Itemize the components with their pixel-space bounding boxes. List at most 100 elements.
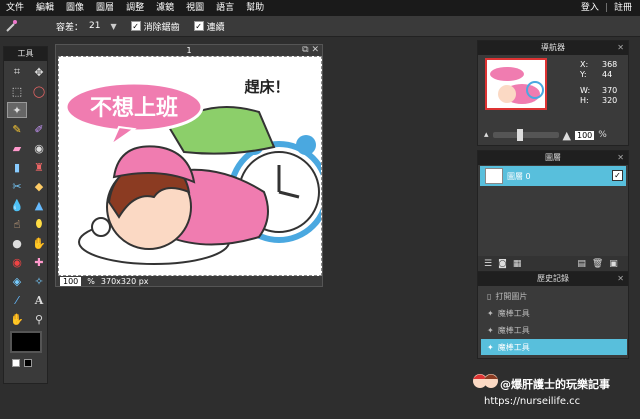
dodge-icon[interactable]: ●: [7, 235, 27, 251]
zoom-icon[interactable]: ⚲: [29, 311, 49, 327]
new-layer-icon[interactable]: ▤: [577, 259, 586, 269]
text-icon[interactable]: A: [29, 292, 49, 308]
layer-visibility-checkbox[interactable]: ✓: [612, 170, 623, 181]
color-replace-icon[interactable]: ✂: [7, 178, 27, 194]
zoom-slider-knob[interactable]: [516, 129, 523, 141]
watermark-title: @爆肝護士的玩樂記事: [500, 378, 610, 391]
nav-zoom-input[interactable]: 100: [575, 130, 595, 140]
watermark-url: https://nurseilife.cc: [484, 396, 581, 407]
history-item[interactable]: ▯ 打開圖片: [481, 288, 627, 304]
eyedropper-icon[interactable]: ⁄: [7, 292, 27, 308]
register-link[interactable]: 註冊: [614, 0, 632, 16]
antialias-checkbox[interactable]: ✓ 消除鋸齒: [130, 20, 180, 33]
checkbox-checked-icon[interactable]: ✓: [193, 21, 204, 31]
sharpen-icon[interactable]: ▲: [29, 197, 49, 213]
login-link[interactable]: 登入: [581, 0, 599, 16]
menu-edit[interactable]: 編輯: [30, 0, 60, 16]
spot-heal-icon[interactable]: ✚: [29, 254, 49, 270]
menu-layer[interactable]: 圖層: [90, 0, 120, 16]
lasso-icon[interactable]: ◯: [29, 83, 49, 99]
menu-language[interactable]: 語言: [210, 0, 240, 16]
swatch-controls: [12, 359, 32, 367]
menu-help[interactable]: 幫助: [240, 0, 270, 16]
history-item-active[interactable]: ✦ 魔棒工具: [481, 339, 627, 355]
menu-view[interactable]: 視圖: [180, 0, 210, 16]
chevron-down-icon[interactable]: ▼: [110, 22, 116, 31]
eraser-icon[interactable]: ▰: [7, 140, 27, 156]
stamp-icon[interactable]: ♜: [29, 159, 49, 175]
menu-bar: 文件 編輯 圖像 圖層 調整 濾鏡 視圖 語言 幫助 登入 | 註冊: [0, 0, 640, 16]
foreground-color-swatch[interactable]: [10, 331, 42, 353]
divider: |: [604, 3, 608, 13]
maximize-icon[interactable]: ⧉: [302, 45, 308, 55]
tolerance-label: 容差：: [56, 22, 84, 33]
pinch-icon[interactable]: ✧: [29, 273, 49, 289]
history-item[interactable]: ✦ 魔棒工具: [481, 322, 627, 338]
layer-item[interactable]: 圖層 0 ✓: [480, 166, 626, 186]
doc-zoom-input[interactable]: 100: [60, 277, 82, 286]
layer-options-icon[interactable]: ▣: [609, 259, 618, 269]
history-item[interactable]: ✦ 魔棒工具: [481, 305, 627, 321]
document-title: 1 ⧉ ✕: [56, 45, 322, 56]
navigator-thumbnail[interactable]: [485, 58, 547, 110]
magic-wand-icon: ✦: [487, 342, 494, 352]
nav-h-value: 320: [602, 96, 618, 105]
navigator-zoom: ▴ ▲ 100 %: [484, 129, 624, 142]
image-canvas[interactable]: 不想上班 趕床！: [58, 56, 322, 276]
sponge-icon[interactable]: ⬮: [29, 216, 49, 232]
contiguous-checkbox[interactable]: ✓ 連續: [193, 20, 225, 33]
watermark-avatar-icon: [473, 374, 498, 388]
close-icon[interactable]: ✕: [617, 151, 624, 165]
document-status-bar: 100 % 370x320 px: [60, 277, 149, 286]
tool-grid: ⌗ ✥ ⬚ ◯ ✦ ✎ ✐ ▰ ◉ ▮ ♜ ✂ ◆ 💧 ▲ ☝ ⬮ ● ✋ ◉ …: [4, 61, 47, 327]
close-icon[interactable]: ✕: [617, 41, 624, 55]
close-icon[interactable]: ✕: [311, 45, 319, 55]
doc-size: 370x320 px: [100, 277, 149, 286]
zoom-in-icon[interactable]: ▲: [563, 129, 571, 142]
burn-icon[interactable]: ✋: [29, 235, 49, 251]
antialias-label: 消除鋸齒: [143, 22, 180, 33]
marquee-icon[interactable]: ⬚: [7, 83, 27, 99]
layer-style-icon[interactable]: ▦: [513, 259, 522, 269]
move-icon[interactable]: ✥: [29, 64, 49, 80]
menu-image[interactable]: 圖像: [60, 0, 90, 16]
red-eye-icon[interactable]: ◉: [7, 254, 27, 270]
bloat-icon[interactable]: ◈: [7, 273, 27, 289]
menu-filter[interactable]: 濾鏡: [150, 0, 180, 16]
sticker-artwork: 不想上班 趕床！: [64, 78, 321, 265]
navigator-panel: 導航器 ✕ X: 368 Y: 44 W: 370 H: 320 ▴ ▲ 100 %: [477, 40, 629, 146]
hand-icon[interactable]: ✋: [7, 311, 27, 327]
draw-icon[interactable]: ◆: [29, 178, 49, 194]
smudge-icon[interactable]: ☝: [7, 216, 27, 232]
magic-wand-icon: ✦: [487, 308, 494, 318]
blur-icon[interactable]: 💧: [7, 197, 27, 213]
document-title-text: 1: [186, 46, 192, 55]
gradient-icon[interactable]: ▮: [7, 159, 27, 175]
layers-title: 圖層 ✕: [478, 151, 628, 165]
default-colors-icon[interactable]: [24, 359, 32, 367]
layer-toolbar: ☰ ◙ ▦ ▤ 🗑 ▣: [478, 256, 628, 272]
bucket-icon[interactable]: ◉: [29, 140, 49, 156]
navigator-coordinates: X: 368 Y: 44 W: 370 H: 320: [580, 60, 618, 105]
swap-colors-icon[interactable]: [12, 359, 20, 367]
menu-file[interactable]: 文件: [0, 0, 30, 16]
delete-layer-icon[interactable]: 🗑: [592, 259, 603, 269]
open-image-icon: ▯: [487, 291, 492, 301]
close-icon[interactable]: ✕: [617, 272, 624, 286]
pencil-icon[interactable]: ✎: [7, 121, 27, 137]
zoom-out-icon[interactable]: ▴: [484, 130, 489, 140]
menu-adjust[interactable]: 調整: [120, 0, 150, 16]
checkbox-checked-icon[interactable]: ✓: [130, 21, 141, 31]
layer-name: 圖層 0: [507, 171, 531, 181]
crop-icon[interactable]: ⌗: [7, 64, 27, 80]
history-panel: 歷史記錄 ✕ ▯ 打開圖片 ✦ 魔棒工具 ✦ 魔棒工具 ✦ 魔棒工具: [477, 271, 629, 359]
speech-bubble-text: 不想上班: [90, 96, 178, 121]
layer-mask-icon[interactable]: ◙: [498, 259, 507, 269]
layer-settings-icon[interactable]: ☰: [484, 259, 492, 269]
zoom-slider[interactable]: [492, 129, 559, 141]
magic-wand-icon[interactable]: ✦: [7, 102, 27, 118]
doc-zoom-unit: %: [87, 277, 95, 286]
brush-icon[interactable]: ✐: [29, 121, 49, 137]
tolerance-value[interactable]: 21: [89, 21, 100, 31]
layer-thumbnail: [485, 168, 503, 184]
